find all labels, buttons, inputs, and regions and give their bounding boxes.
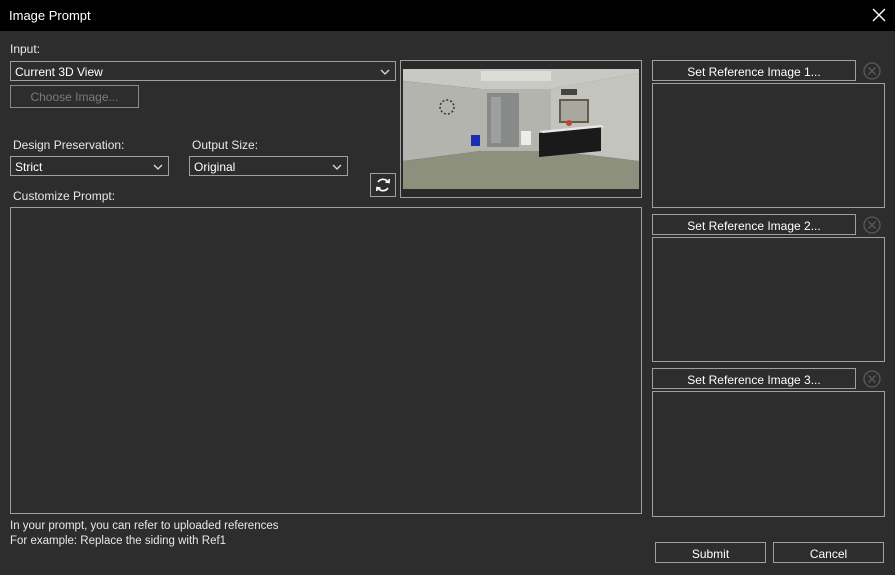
input-select[interactable]: Current 3D View bbox=[10, 61, 396, 81]
title-bar bbox=[0, 0, 895, 31]
prompt-textarea[interactable] bbox=[10, 207, 642, 514]
reference-image-2-panel bbox=[652, 237, 885, 362]
clear-circle-icon bbox=[863, 216, 881, 234]
set-reference-image-1-button[interactable]: Set Reference Image 1... bbox=[652, 60, 856, 81]
reference-image-3-panel bbox=[652, 391, 885, 517]
window-title: Image Prompt bbox=[9, 8, 91, 23]
output-size-value: Original bbox=[194, 160, 236, 174]
output-size-label: Output Size: bbox=[192, 138, 259, 152]
design-preservation-select[interactable]: Strict bbox=[10, 156, 169, 176]
hint-line-1: In your prompt, you can refer to uploade… bbox=[10, 520, 279, 532]
choose-image-button[interactable]: Choose Image... bbox=[10, 85, 139, 108]
refresh-button[interactable] bbox=[370, 173, 396, 197]
set-reference-image-3-button[interactable]: Set Reference Image 3... bbox=[652, 368, 856, 389]
clear-reference-1-button[interactable] bbox=[860, 60, 884, 82]
preview-frame bbox=[400, 60, 642, 198]
input-label: Input: bbox=[10, 42, 41, 56]
chevron-down-icon bbox=[332, 164, 342, 170]
chevron-down-icon bbox=[153, 164, 163, 170]
output-size-select[interactable]: Original bbox=[189, 156, 348, 176]
design-preservation-value: Strict bbox=[15, 160, 43, 174]
cancel-button[interactable]: Cancel bbox=[773, 542, 884, 563]
clear-circle-icon bbox=[863, 62, 881, 80]
hint-line-2: For example: Replace the siding with Ref… bbox=[10, 535, 227, 547]
design-preservation-label: Design Preservation: bbox=[13, 138, 125, 152]
clear-reference-2-button[interactable] bbox=[860, 214, 884, 236]
close-icon[interactable] bbox=[868, 4, 890, 26]
clear-circle-icon bbox=[863, 370, 881, 388]
chevron-down-icon bbox=[380, 69, 390, 75]
set-reference-image-2-button[interactable]: Set Reference Image 2... bbox=[652, 214, 856, 235]
customize-prompt-label: Customize Prompt: bbox=[13, 189, 116, 203]
refresh-icon bbox=[376, 178, 390, 192]
input-select-value: Current 3D View bbox=[15, 65, 103, 79]
clear-reference-3-button[interactable] bbox=[860, 368, 884, 390]
bathroom-3d-preview bbox=[401, 61, 641, 197]
submit-button[interactable]: Submit bbox=[655, 542, 766, 563]
reference-image-1-panel bbox=[652, 83, 885, 208]
